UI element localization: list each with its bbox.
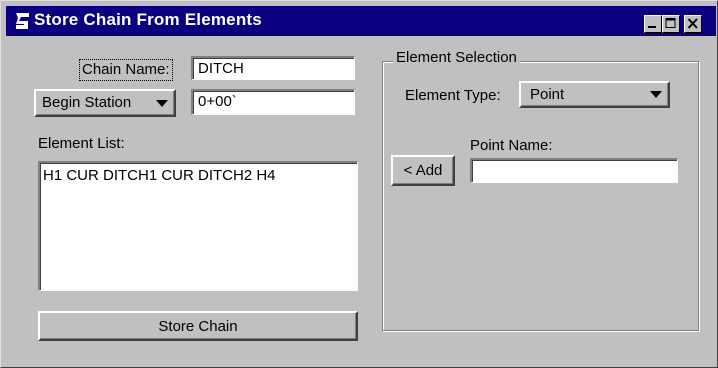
element-list-box[interactable]: H1 CUR DITCH1 CUR DITCH2 H4 <box>38 161 358 291</box>
minimize-icon <box>648 26 656 28</box>
point-name-label: Point Name: <box>470 137 553 154</box>
element-list-label: Element List: <box>38 135 125 152</box>
begin-station-label: Begin Station <box>42 94 132 111</box>
chain-name-label: Chain Name: <box>79 59 173 81</box>
store-chain-button[interactable]: Store Chain <box>38 311 358 341</box>
element-type-value: Point <box>530 86 565 103</box>
title-bar[interactable]: Store Chain From Elements <box>6 6 716 36</box>
add-button[interactable]: < Add <box>391 155 455 186</box>
store-chain-label: Store Chain <box>158 318 238 335</box>
maximize-button[interactable] <box>662 15 680 33</box>
chevron-down-icon <box>650 91 662 98</box>
begin-station-dropdown-button[interactable]: Begin Station <box>34 89 176 117</box>
element-list-value: H1 CUR DITCH1 CUR DITCH2 H4 <box>43 167 276 184</box>
point-name-input[interactable] <box>470 158 678 183</box>
chain-name-input[interactable]: DITCH <box>191 56 355 80</box>
element-type-label: Element Type: <box>405 87 501 104</box>
window-title: Store Chain From Elements <box>34 10 262 29</box>
chain-name-value: DITCH <box>198 60 244 77</box>
geopak-g-icon <box>16 13 29 29</box>
begin-station-input[interactable]: 0+00` <box>191 89 355 115</box>
minimize-button[interactable] <box>644 15 662 33</box>
store-chain-dialog: Store Chain From Elements Chain Name: DI… <box>0 0 718 368</box>
element-type-dropdown[interactable]: Point <box>519 81 670 108</box>
begin-station-value: 0+00` <box>198 93 237 110</box>
close-button[interactable] <box>684 15 702 33</box>
maximize-icon <box>665 18 676 28</box>
chevron-down-icon <box>156 100 168 107</box>
close-icon <box>687 18 698 29</box>
element-selection-title: Element Selection <box>393 49 520 66</box>
add-button-label: < Add <box>403 162 443 179</box>
